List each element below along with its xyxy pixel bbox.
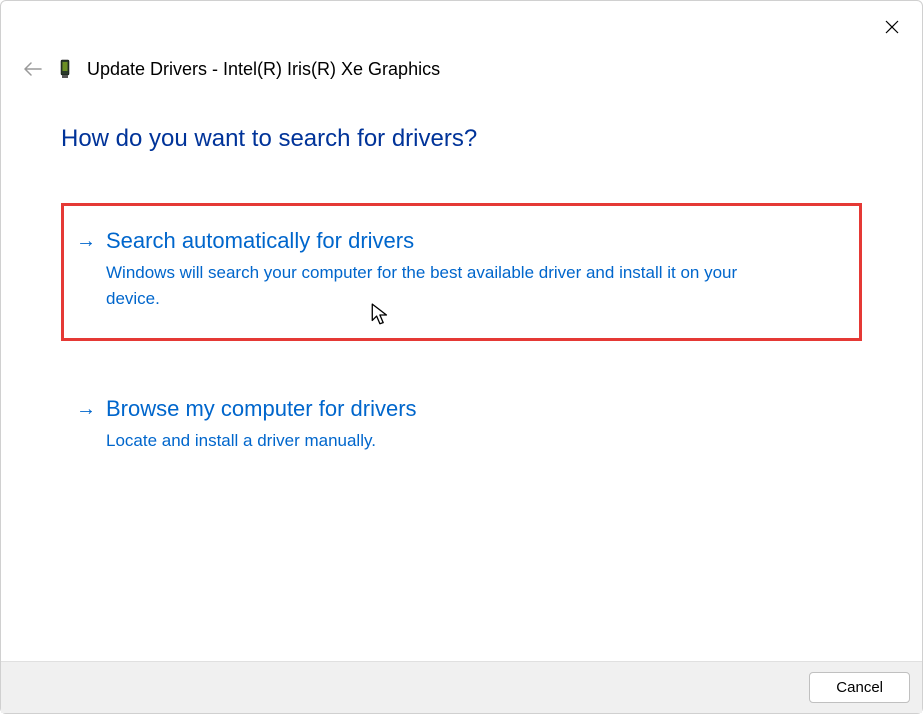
arrow-right-icon: → bbox=[76, 398, 96, 421]
arrow-right-icon: → bbox=[76, 230, 96, 253]
option-description: Windows will search your computer for th… bbox=[106, 260, 746, 311]
dialog-title: Update Drivers - Intel(R) Iris(R) Xe Gra… bbox=[87, 59, 440, 80]
dialog-footer: Cancel bbox=[1, 661, 922, 713]
dialog-heading: How do you want to search for drivers? bbox=[61, 125, 862, 153]
close-icon bbox=[885, 20, 899, 34]
back-button[interactable] bbox=[23, 59, 43, 79]
device-icon bbox=[57, 57, 73, 81]
option-search-automatically[interactable]: → Search automatically for drivers Windo… bbox=[61, 203, 862, 341]
option-title: Browse my computer for drivers bbox=[106, 396, 417, 422]
back-arrow-icon bbox=[24, 62, 42, 76]
dialog-header: Update Drivers - Intel(R) Iris(R) Xe Gra… bbox=[1, 1, 922, 81]
close-button[interactable] bbox=[876, 11, 908, 43]
option-header: → Browse my computer for drivers bbox=[76, 396, 842, 422]
option-title: Search automatically for drivers bbox=[106, 228, 414, 254]
update-drivers-dialog: Update Drivers - Intel(R) Iris(R) Xe Gra… bbox=[0, 0, 923, 714]
option-browse-computer[interactable]: → Browse my computer for drivers Locate … bbox=[61, 371, 862, 484]
option-description: Locate and install a driver manually. bbox=[106, 428, 746, 454]
option-header: → Search automatically for drivers bbox=[76, 228, 842, 254]
dialog-content: How do you want to search for drivers? →… bbox=[1, 81, 922, 661]
cancel-button[interactable]: Cancel bbox=[809, 672, 910, 703]
